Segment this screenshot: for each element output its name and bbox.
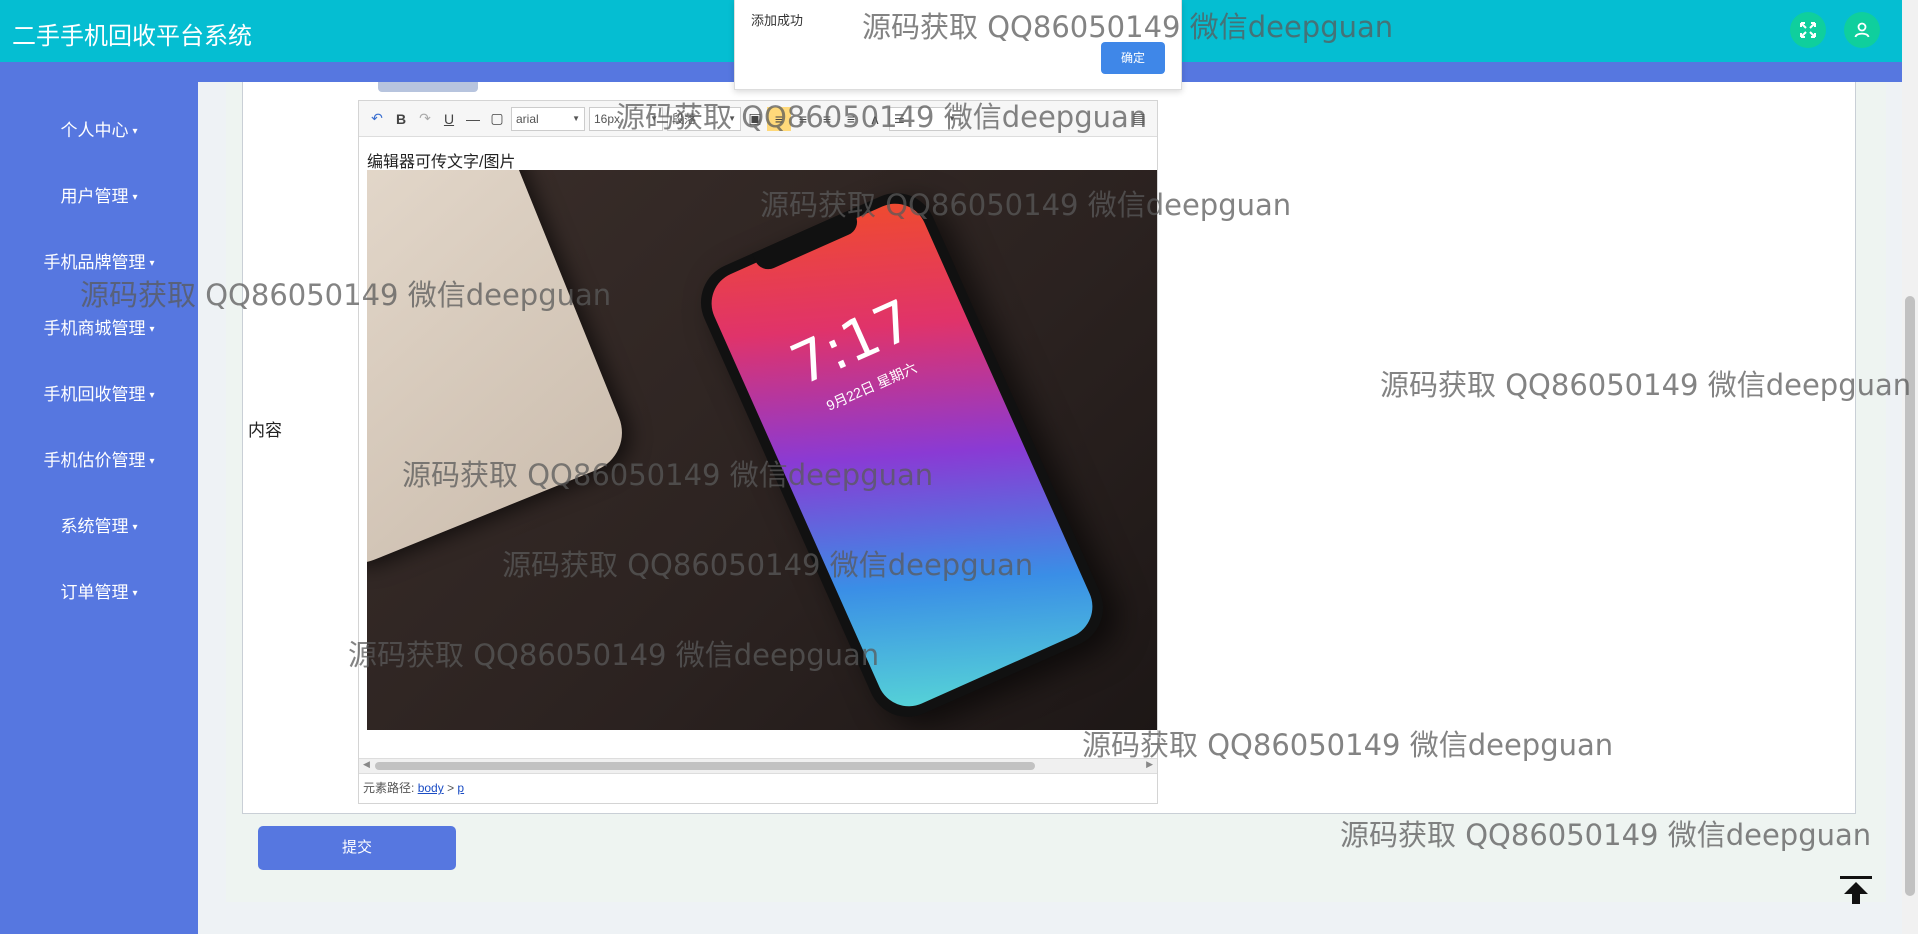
align-right-icon[interactable]: ≡ bbox=[815, 107, 839, 131]
editor-body[interactable]: 编辑器可传文字/图片 7:17 9月22日 星期六 bbox=[359, 138, 1157, 758]
chevron-down-icon: ▾ bbox=[132, 587, 138, 599]
undo-icon[interactable]: ↶ bbox=[365, 107, 389, 131]
expand-icon[interactable] bbox=[1790, 12, 1826, 48]
chevron-down-icon: ▾ bbox=[132, 521, 138, 533]
sidebar: 个人中心 ▾ 用户管理 ▾ 手机品牌管理 ▾ 手机商城管理 ▾ 手机回收管理 ▾ 手机估价… bbox=[0, 62, 198, 934]
bold-icon[interactable]: B bbox=[389, 107, 413, 131]
path-body-link[interactable]: body bbox=[418, 781, 444, 795]
uploaded-phone-image[interactable]: 7:17 9月22日 星期六 bbox=[367, 170, 1157, 730]
list-icon: ☰ bbox=[894, 111, 905, 126]
source-icon[interactable]: ▤ bbox=[1127, 107, 1151, 131]
chevron-down-icon: ▾ bbox=[149, 455, 155, 467]
sidebar-item-orders[interactable]: 订单管理 ▾ bbox=[0, 573, 198, 613]
chevron-down-icon: ▾ bbox=[132, 191, 138, 203]
editor-text: 编辑器可传文字/图片 bbox=[367, 154, 516, 171]
chevron-down-icon: ▾ bbox=[149, 257, 155, 269]
chevron-down-icon: ▾ bbox=[132, 125, 138, 137]
chevron-down-icon: ▼ bbox=[572, 114, 580, 123]
sidebar-item-users[interactable]: 用户管理 ▾ bbox=[0, 177, 198, 217]
phone-shape: 7:17 9月22日 星期六 bbox=[688, 180, 1116, 730]
previous-field-stub bbox=[378, 82, 478, 92]
sidebar-item-valuation[interactable]: 手机估价管理 ▾ bbox=[0, 441, 198, 481]
path-p-link[interactable]: p bbox=[457, 781, 464, 795]
font-family-select[interactable]: arial ▼ bbox=[511, 106, 585, 131]
editor-toolbar: ↶ B ↷ U — ▢ arial ▼ 16px ▼ 段落 ▼ ▣ ≡ ≡ ≡ ≡ ᴧ… bbox=[359, 101, 1157, 137]
align-center-icon[interactable]: ≡ bbox=[791, 107, 815, 131]
confirm-button[interactable]: 确定 bbox=[1101, 42, 1165, 74]
align-left-icon[interactable]: ≡ bbox=[767, 106, 791, 131]
user-icon[interactable] bbox=[1844, 12, 1880, 48]
chevron-down-icon: ▼ bbox=[948, 114, 956, 123]
page-scrollbar[interactable] bbox=[1902, 0, 1918, 934]
sidebar-item-system[interactable]: 系统管理 ▾ bbox=[0, 507, 198, 547]
paragraph-format-select[interactable]: 段落 ▼ bbox=[667, 106, 741, 131]
scroll-left-icon[interactable]: ◀ bbox=[363, 759, 370, 770]
element-path-bar: 元素路径: body > p bbox=[359, 773, 1157, 803]
direction-icon[interactable]: ᴧ bbox=[863, 107, 887, 131]
sidebar-item-recycle[interactable]: 手机回收管理 ▾ bbox=[0, 375, 198, 415]
submit-button[interactable]: 提交 bbox=[258, 826, 456, 870]
chevron-down-icon: ▾ bbox=[149, 323, 155, 335]
document-icon[interactable]: ▢ bbox=[485, 107, 509, 131]
chevron-down-icon: ▾ bbox=[149, 389, 155, 401]
underline-icon[interactable]: U bbox=[437, 107, 461, 131]
sidebar-item-shop[interactable]: 手机商城管理 ▾ bbox=[0, 309, 198, 349]
sidebar-item-brands[interactable]: 手机品牌管理 ▾ bbox=[0, 243, 198, 283]
app-title: 二手手机回收平台系统 bbox=[12, 23, 252, 50]
style-select[interactable]: ☰ ▼ bbox=[889, 106, 961, 131]
horizontal-rule-icon[interactable]: — bbox=[461, 107, 485, 131]
rich-text-editor[interactable]: ↶ B ↷ U — ▢ arial ▼ 16px ▼ 段落 ▼ ▣ ≡ ≡ ≡ ≡ ᴧ… bbox=[358, 100, 1158, 804]
dialog-message: 添加成功 bbox=[751, 13, 804, 28]
editor-horizontal-scrollbar[interactable]: ◀ ▶ bbox=[359, 758, 1157, 773]
sidebar-item-personal-center[interactable]: 个人中心 ▾ bbox=[0, 111, 198, 151]
redo-icon[interactable]: ↷ bbox=[413, 107, 437, 131]
font-size-select[interactable]: 16px ▼ bbox=[589, 106, 663, 131]
content-field-label: 内容 bbox=[248, 421, 282, 440]
success-dialog: 添加成功 确定 bbox=[734, 0, 1182, 90]
scroll-right-icon[interactable]: ▶ bbox=[1146, 759, 1153, 770]
back-to-top-icon[interactable] bbox=[1838, 872, 1874, 908]
tablet-shape bbox=[367, 170, 635, 575]
image-icon[interactable]: ▣ bbox=[743, 107, 767, 131]
chevron-down-icon: ▼ bbox=[728, 114, 736, 123]
chevron-down-icon: ▼ bbox=[650, 114, 658, 123]
align-justify-icon[interactable]: ≡ bbox=[839, 107, 863, 131]
